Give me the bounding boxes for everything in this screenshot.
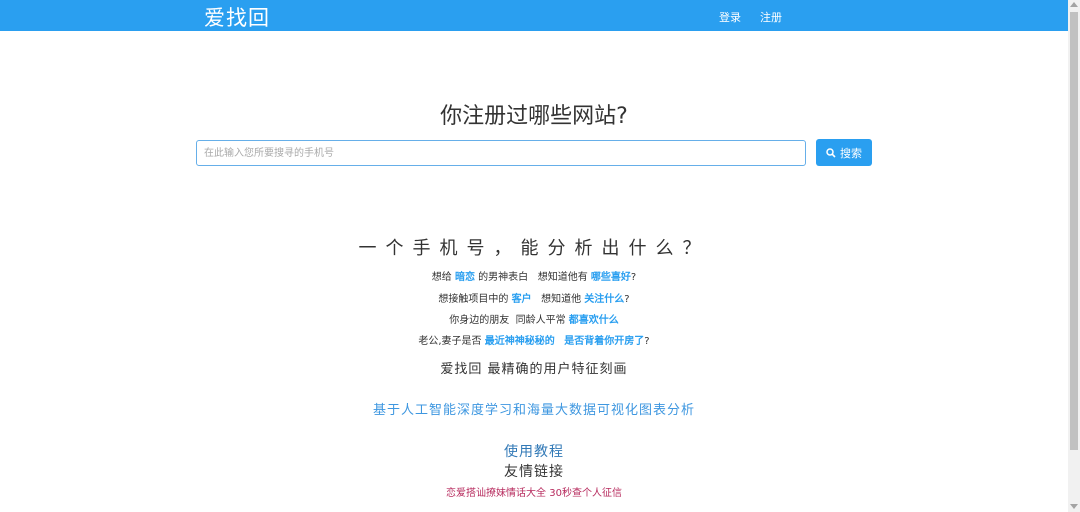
search-button-label: 搜索 [840,146,862,160]
scroll-thumb[interactable] [1070,12,1078,450]
line1-text-c: 的男神表白 [478,272,529,283]
login-link[interactable]: 登录 [719,9,741,25]
line2-highlight-interest: 关注什么 [584,294,625,305]
brand-logo[interactable]: 爱找回 [204,2,270,32]
friend-links: 恋爱搭讪撩妹情话大全 30秒查个人征信 [0,484,1068,499]
top-navbar: 爱找回 登录 注册 [0,0,1068,31]
line4-highlight-mysterious: 最近神神秘秘的 [484,336,555,347]
search-icon [826,147,836,158]
line4-text-a: 老公,妻子是否 [418,336,482,347]
line1-text-a: 想给 [431,272,452,283]
line2-text-c: 想知道他 [541,294,582,305]
scroll-down-arrow-icon[interactable] [1070,504,1078,509]
page-title: 你注册过哪些网站? [440,104,628,129]
phone-search-input[interactable] [196,140,806,166]
intro-line-1: 想给 暗恋 的男神表白 想知道他有 哪些喜好? [0,268,1068,283]
search-button[interactable]: 搜索 [816,139,872,166]
intro-line-4: 老公,妻子是否 最近神神秘秘的 是否背着你开房了? [0,332,1068,347]
friend-links-heading: 友情链接 [504,464,564,480]
line3-text-a: 你身边的朋友 [449,315,510,326]
intro-line-3: 你身边的朋友 同龄人平常 都喜欢什么 [0,311,1068,326]
tutorial-link[interactable]: 使用教程 [0,441,1068,461]
line1-text-d: 想知道他有 [537,272,588,283]
line2-highlight-client: 客户 [511,294,532,305]
line3-text-b: 同龄人平常 [515,315,566,326]
friend-link-credit[interactable]: 30秒查个人征信 [549,488,622,499]
line4-highlight-cheating: 是否背着你开房了 [564,336,645,347]
scroll-up-arrow-icon[interactable] [1070,2,1078,7]
line4-question: ? [644,336,650,347]
friend-link-dating[interactable]: 恋爱搭讪撩妹情话大全 [446,488,546,499]
line1-question: ? [630,272,637,283]
section-title: 一个手机号，能分析出什么？ [358,238,710,259]
line3-highlight-likes: 都喜欢什么 [568,315,619,326]
line2-text-a: 想接触项目中的 [438,294,509,305]
register-link[interactable]: 注册 [760,9,782,25]
ai-tagline: 基于人工智能深度学习和海量大数据可视化图表分析 [372,403,695,418]
profile-tagline: 爱找回 最精确的用户特征刻画 [440,362,628,377]
intro-line-2: 想接触项目中的 客户 想知道他 关注什么? [0,290,1068,305]
line2-question: ? [624,294,630,305]
vertical-scrollbar[interactable] [1068,0,1080,512]
line1-highlight-hobbies: 哪些喜好 [590,272,631,283]
line1-highlight-crush: 暗恋 [454,272,475,283]
